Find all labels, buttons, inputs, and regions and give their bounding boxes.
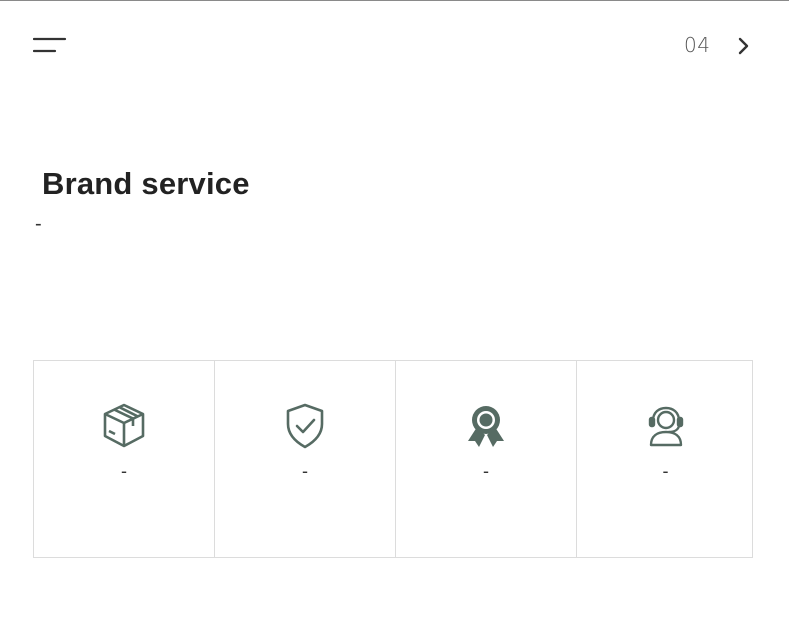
top-divider [0, 0, 789, 1]
page-indicator: 04 [684, 33, 711, 57]
shield-check-icon [280, 401, 330, 451]
service-card-text: - [121, 461, 127, 481]
next-button[interactable] [734, 34, 754, 58]
headset-support-icon [641, 401, 691, 451]
service-card-quality[interactable]: - [396, 361, 577, 557]
service-card-text: - [483, 461, 489, 481]
hamburger-menu-icon [33, 37, 67, 53]
award-ribbon-icon [461, 401, 511, 451]
service-grid: - - - - [33, 360, 753, 558]
service-card-support[interactable]: - [577, 361, 754, 557]
chevron-right-icon [738, 37, 749, 55]
service-card-guarantee[interactable]: - [215, 361, 396, 557]
page-title: Brand service [42, 166, 250, 201]
service-card-text: - [302, 461, 308, 481]
menu-button[interactable] [33, 36, 67, 56]
service-card-package[interactable]: - [34, 361, 215, 557]
service-card-text: - [662, 461, 669, 481]
package-icon [99, 401, 149, 451]
title-subtext: - [35, 213, 42, 235]
